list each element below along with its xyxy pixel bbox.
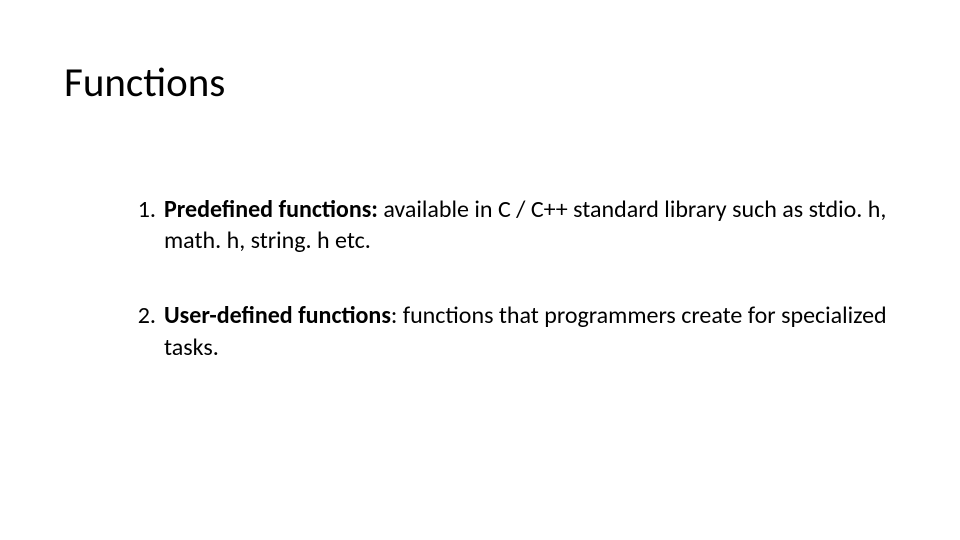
item-bold-text: User-defined functions — [164, 301, 391, 330]
item-bold-text: Predefined functions: — [164, 195, 378, 224]
slide: Functions 1. Predefined functions: avail… — [0, 0, 960, 540]
slide-title: Functions — [64, 58, 896, 108]
numbered-list: 1. Predefined functions: available in C … — [64, 194, 896, 363]
list-item: 1. Predefined functions: available in C … — [116, 194, 896, 256]
list-item: 2. User-defined functions: functions tha… — [116, 300, 896, 362]
item-number: 2. — [116, 300, 156, 331]
item-number: 1. — [116, 194, 156, 225]
